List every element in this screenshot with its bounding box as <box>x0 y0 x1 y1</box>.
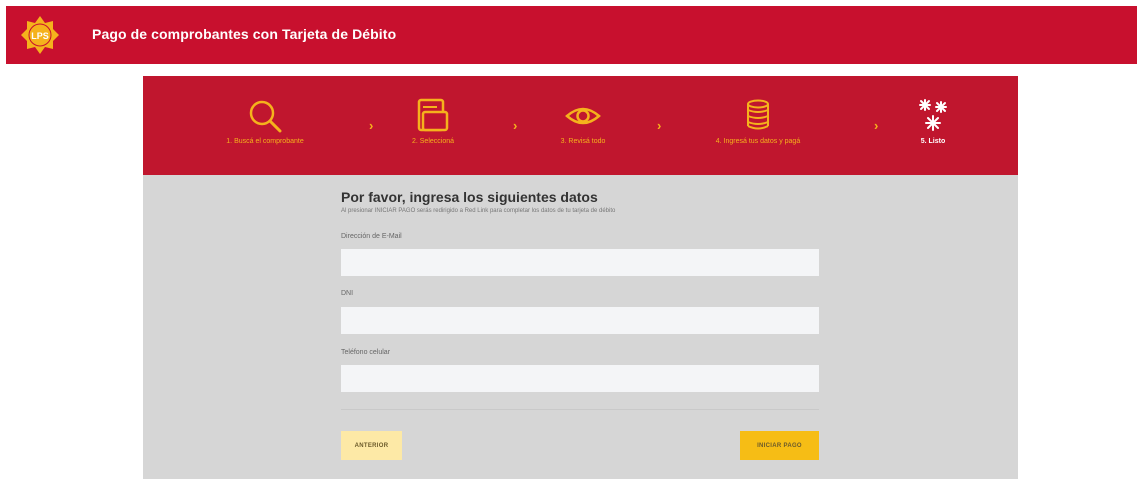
step-label: 1. Buscá el comprobante <box>226 138 304 145</box>
step-label: 4. Ingresá tus datos y pagá <box>715 138 801 145</box>
document-select-icon <box>417 98 449 132</box>
step-label: 3. Revisá todo <box>560 138 606 145</box>
fireworks-icon <box>919 99 947 131</box>
dni-label: DNI <box>341 290 354 297</box>
lps-logo: LPS <box>21 16 59 54</box>
payment-card: 1. Buscá el comprobante › 2. Seleccioná … <box>143 76 1018 479</box>
phone-label: Teléfono celular <box>341 349 391 356</box>
previous-button[interactable]: ANTERIOR <box>341 431 402 460</box>
form-title: Por favor, ingresa los siguientes datos <box>341 189 598 205</box>
eye-icon <box>565 107 601 125</box>
step-4: 4. Ingresá tus datos y pagá <box>683 76 833 175</box>
form-subtitle: Al presionar INICIAR PAGO serás redirigi… <box>341 208 616 214</box>
app-title: Pago de comprobantes con Tarjeta de Débi… <box>92 26 397 42</box>
step-2: 2. Seleccioná <box>383 76 483 175</box>
chevron-right-icon: › <box>513 118 518 133</box>
coins-icon <box>747 99 769 130</box>
chevron-right-icon: › <box>874 118 879 133</box>
steps-bar: 1. Buscá el comprobante › 2. Seleccioná … <box>143 76 1018 175</box>
phone-field[interactable] <box>341 365 819 392</box>
logo-text: LPS <box>31 31 49 41</box>
email-label: Dirección de E-Mail <box>341 233 402 240</box>
search-icon <box>249 100 282 133</box>
top-bar: LPS Pago de comprobantes con Tarjeta de … <box>6 6 1137 64</box>
step-5: 5. Listo <box>898 76 968 175</box>
chevron-right-icon: › <box>369 118 374 133</box>
step-3: 3. Revisá todo <box>533 76 633 175</box>
email-field[interactable] <box>341 249 819 276</box>
step-1: 1. Buscá el comprobante <box>200 76 330 175</box>
dni-field[interactable] <box>341 307 819 334</box>
start-payment-button[interactable]: INICIAR PAGO <box>740 431 819 460</box>
step-label: 2. Seleccioná <box>411 138 455 145</box>
chevron-right-icon: › <box>657 118 662 133</box>
step-label: 5. Listo <box>920 138 946 145</box>
payment-form: Por favor, ingresa los siguientes datos … <box>341 189 821 214</box>
form-divider <box>341 409 819 410</box>
